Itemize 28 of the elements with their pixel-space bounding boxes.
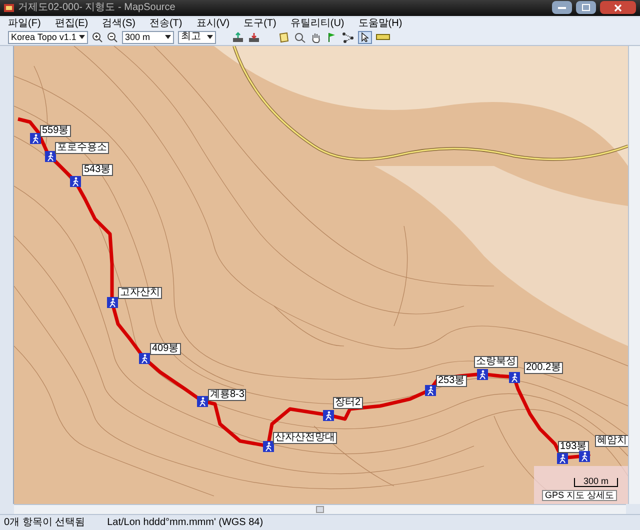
menu-item[interactable]: 도움말(H) — [358, 18, 402, 29]
map-detail-label: GPS 지도 상세도 — [542, 490, 618, 501]
menu-item[interactable]: 전송(T) — [149, 18, 182, 29]
waypoint-label: 포로수용소 — [55, 142, 109, 154]
menu-item[interactable]: 유틸리티(U) — [290, 18, 344, 29]
zoom-scale-dropdown[interactable]: 300 m — [122, 30, 174, 44]
position-format: Lat/Lon hddd°mm.mmm' (WGS 84) — [107, 516, 264, 530]
menu-item[interactable]: 파일(F) — [8, 18, 41, 29]
waypoint-label: 고자산치 — [118, 286, 162, 299]
waypoint-label: 장터2 — [333, 396, 363, 409]
menu-item[interactable]: 검색(S) — [102, 18, 136, 29]
waypoint-label: 소랑북성 — [474, 356, 518, 368]
menu-item[interactable]: 도구(T) — [244, 18, 276, 29]
waypoint-label: 253봉 — [436, 374, 467, 387]
waypoint-label: 409봉 — [150, 342, 181, 355]
scale-bar: 300 m — [574, 478, 618, 487]
waypoint-label: 산자산전망대 — [273, 432, 337, 444]
menu-item[interactable]: 편집(E) — [54, 18, 88, 29]
waypoint-label: 559봉 — [40, 124, 71, 137]
waypoint-label: 543봉 — [82, 164, 113, 176]
map-product-dropdown[interactable]: Korea Topo v1.1 — [8, 30, 88, 44]
window-title: 거제도02-000- 지형도 - MapSource — [18, 1, 176, 16]
detail-dropdown[interactable]: 최고 — [178, 30, 216, 44]
menu-item[interactable]: 표시(V) — [196, 18, 230, 29]
waypoint-label: 200.2봉 — [524, 362, 564, 374]
waypoint-label: 계룡8-3 — [208, 388, 246, 401]
waypoint-label: 혜암치 — [595, 434, 628, 447]
selection-count: 0개 항목이 선택됨 — [4, 516, 86, 530]
